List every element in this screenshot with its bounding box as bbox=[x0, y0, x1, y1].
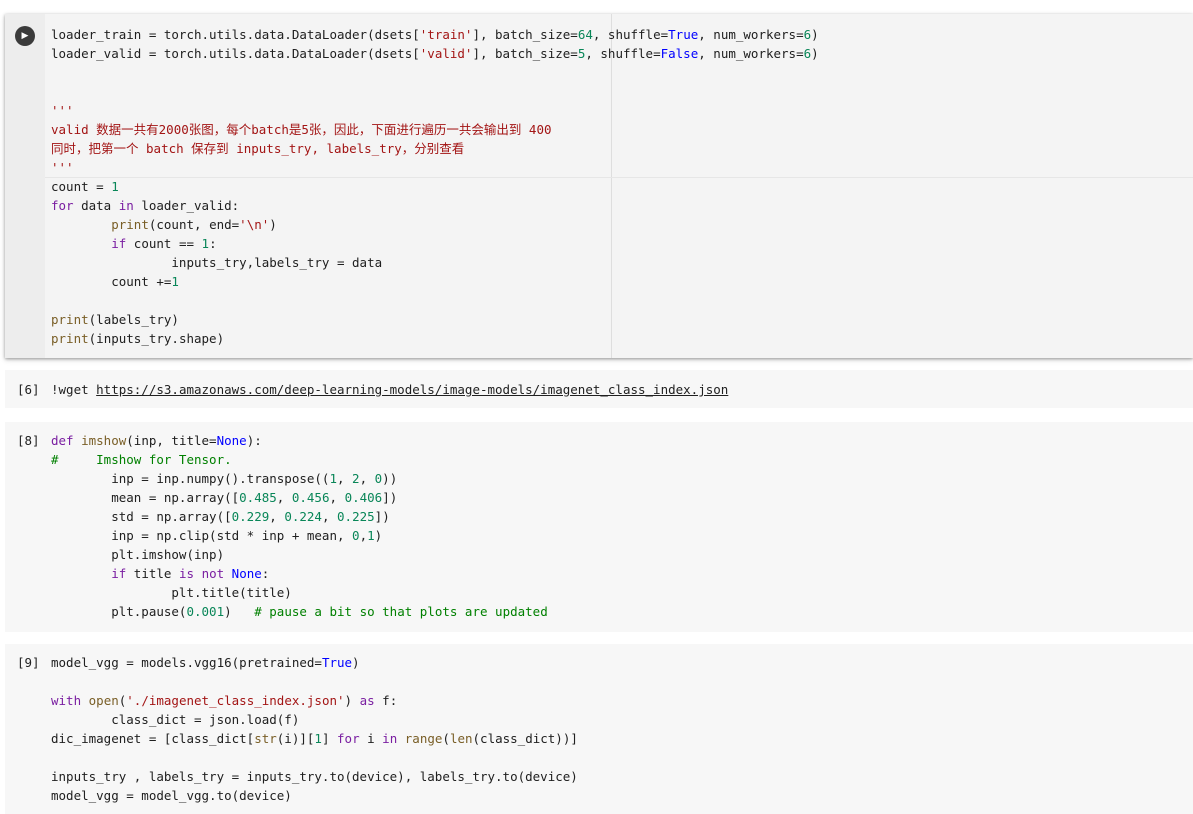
code-line: 同时，把第一个 batch 保存到 inputs_try, labels_try… bbox=[51, 141, 465, 156]
code-line: mean = np.array([0.485, 0.456, 0.406]) bbox=[51, 490, 398, 505]
code-line: plt.title(title) bbox=[51, 585, 292, 600]
code-line: plt.pause(0.001) # pause a bit so that p… bbox=[51, 604, 548, 619]
code-line: valid 数据一共有2000张图，每个batch是5张，因此，下面进行遍历一共… bbox=[51, 122, 552, 137]
code-line: if count == 1: bbox=[111, 236, 217, 251]
code-line: ''' bbox=[51, 160, 74, 175]
code-line: model_vgg = model_vgg.to(device) bbox=[51, 788, 292, 803]
code-line: loader_train = torch.utils.data.DataLoad… bbox=[51, 27, 819, 42]
code-line: ''' bbox=[51, 103, 74, 118]
code-line: inputs_try,labels_try = data bbox=[51, 255, 383, 270]
code-line: inputs_try , labels_try = inputs_try.to(… bbox=[51, 769, 578, 784]
cell-gutter bbox=[5, 14, 45, 358]
code-cell-9[interactable]: [9] model_vgg = models.vgg16(pretrained=… bbox=[5, 644, 1193, 814]
code-line: print(labels_try) bbox=[51, 312, 179, 327]
code-line: inp = np.clip(std * inp + mean, 0,1) bbox=[51, 528, 383, 543]
code-line: if title is not None: bbox=[111, 566, 270, 581]
code-cell-active[interactable]: ▶ loader_train = torch.utils.data.DataLo… bbox=[5, 14, 1193, 358]
code-line: inp = inp.numpy().transpose((1, 2, 0)) bbox=[51, 471, 398, 486]
code-cell-6[interactable]: [6] !wget https://s3.amazonaws.com/deep-… bbox=[5, 370, 1193, 408]
execution-count: [8] bbox=[17, 433, 40, 448]
play-icon[interactable]: ▶ bbox=[15, 26, 35, 46]
execution-count: [9] bbox=[17, 655, 40, 670]
code-line: # Imshow for Tensor. bbox=[51, 452, 232, 467]
code-line: loader_valid = torch.utils.data.DataLoad… bbox=[51, 46, 819, 61]
code-cell-8[interactable]: [8] def imshow(inp, title=None): # Imsho… bbox=[5, 422, 1193, 632]
code-line: std = np.array([0.229, 0.224, 0.225]) bbox=[51, 509, 390, 524]
code-line: with open('./imagenet_class_index.json')… bbox=[51, 693, 398, 708]
code-line: class_dict = json.load(f) bbox=[51, 712, 300, 727]
code-line: !wget https://s3.amazonaws.com/deep-lear… bbox=[51, 382, 729, 397]
code-line: dic_imagenet = [class_dict[str(i)][1] fo… bbox=[51, 731, 578, 746]
code-editor[interactable]: !wget https://s3.amazonaws.com/deep-lear… bbox=[51, 380, 728, 399]
code-line: def imshow(inp, title=None): bbox=[51, 433, 262, 448]
code-editor[interactable]: loader_train = torch.utils.data.DataLoad… bbox=[51, 25, 819, 348]
code-line: model_vgg = models.vgg16(pretrained=True… bbox=[51, 655, 360, 670]
code-line: for data in loader_valid: bbox=[51, 198, 240, 213]
code-line: print(count, end='\n') bbox=[111, 217, 277, 232]
code-line: count +=1 bbox=[51, 274, 179, 289]
code-line: plt.imshow(inp) bbox=[51, 547, 225, 562]
code-line: count = 1 bbox=[51, 179, 119, 194]
url-link[interactable]: https://s3.amazonaws.com/deep-learning-m… bbox=[96, 382, 728, 397]
code-editor[interactable]: def imshow(inp, title=None): # Imshow fo… bbox=[51, 431, 548, 621]
execution-count: [6] bbox=[17, 382, 40, 397]
code-line: print(inputs_try.shape) bbox=[51, 331, 225, 346]
code-editor[interactable]: model_vgg = models.vgg16(pretrained=True… bbox=[51, 653, 578, 805]
